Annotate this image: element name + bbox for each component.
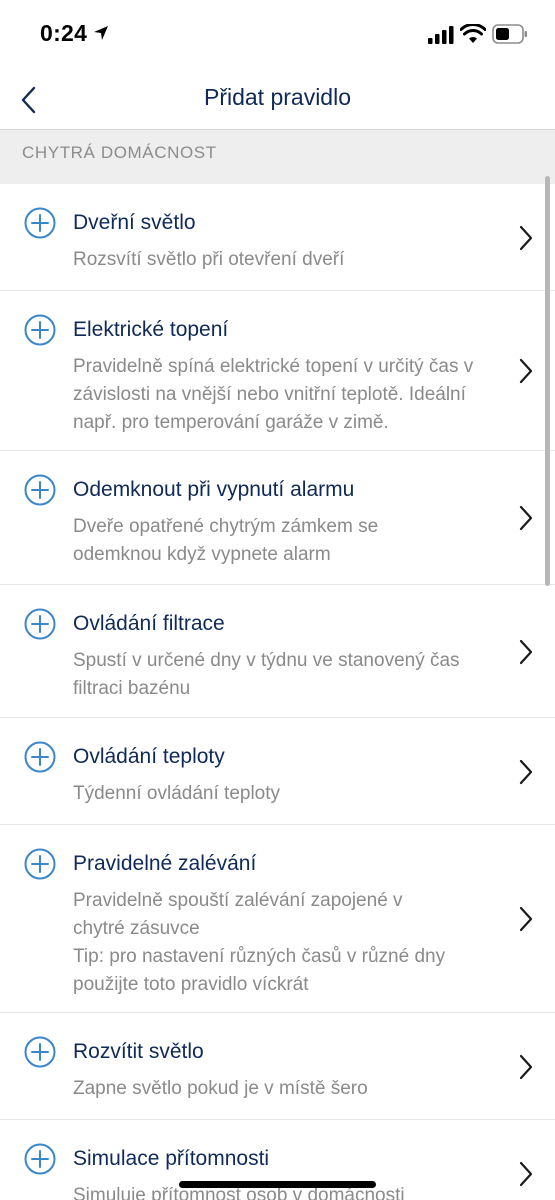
rule-item-elektricke-topeni[interactable]: Elektrické topení Pravidelně spíná elekt… [0, 291, 555, 451]
rule-item-ovladani-filtrace[interactable]: Ovládání filtrace Spustí v určené dny v … [0, 585, 555, 718]
screen: 0:24 Přidat pravidlo CHYTRÁ DOMÁCNOST Dv… [0, 0, 555, 1200]
rule-list: Dveřní světlo Rozsvítí světlo při otevře… [0, 184, 555, 1200]
chevron-right-icon [519, 1161, 533, 1187]
home-indicator[interactable] [179, 1181, 376, 1188]
status-time: 0:24 [40, 20, 88, 46]
chevron-right-icon [519, 906, 533, 932]
rule-title: Simulace přítomnosti [73, 1147, 270, 1170]
rule-item-pravidelne-zalevani[interactable]: Pravidelné zalévání Pravidelně spouští z… [0, 825, 555, 1013]
chevron-right-icon [519, 358, 533, 384]
cellular-signal-icon [428, 26, 454, 44]
rule-title: Ovládání teploty [73, 745, 225, 768]
rule-description: Dveře opatřené chytrým zámkem se odemkno… [73, 516, 379, 565]
rule-description: Týdenní ovládání teploty [73, 783, 281, 804]
plus-circle-icon [24, 741, 56, 773]
chevron-right-icon [519, 759, 533, 785]
plus-circle-icon [24, 608, 56, 640]
plus-circle-icon [24, 1036, 56, 1068]
chevron-right-icon [519, 505, 533, 531]
rule-title: Ovládání filtrace [73, 612, 225, 635]
rule-description: Zapne světlo pokud je v místě šero [73, 1078, 368, 1099]
rule-item-dverni-svetlo[interactable]: Dveřní světlo Rozsvítí světlo při otevře… [0, 184, 555, 291]
plus-circle-icon [24, 474, 56, 506]
location-arrow-icon [94, 26, 108, 40]
rule-title: Rozvítit světlo [73, 1040, 204, 1063]
section-title: CHYTRÁ DOMÁCNOST [22, 143, 217, 162]
rule-item-odemknout-pri-vypnuti-alarmu[interactable]: Odemknout při vypnutí alarmu Dveře opatř… [0, 451, 555, 585]
rule-description: Pravidelně spíná elektrické topení v urč… [73, 356, 474, 433]
chevron-right-icon [519, 225, 533, 251]
rule-title: Odemknout při vypnutí alarmu [73, 478, 355, 501]
rule-title: Dveřní světlo [73, 211, 196, 234]
rule-item-rozvitit-svetlo[interactable]: Rozvítit světlo Zapne světlo pokud je v … [0, 1013, 555, 1120]
rule-description: Spustí v určené dny v týdnu ve stanovený… [73, 650, 460, 699]
plus-circle-icon [24, 848, 56, 880]
scrollbar[interactable] [545, 176, 550, 586]
plus-circle-icon [24, 207, 56, 239]
rule-description: Rozsvítí světlo při otevření dveří [73, 249, 345, 270]
plus-circle-icon [24, 314, 56, 346]
status-bar: 0:24 [0, 0, 555, 70]
battery-icon [492, 24, 527, 44]
rule-title: Elektrické topení [73, 318, 229, 341]
wifi-icon [460, 24, 486, 43]
navigation-bar: Přidat pravidlo [0, 70, 555, 130]
page-title: Přidat pravidlo [203, 84, 352, 110]
chevron-right-icon [519, 639, 533, 665]
rule-description: Pravidelně spouští zalévání zapojené v c… [73, 890, 446, 995]
section-header: CHYTRÁ DOMÁCNOST [0, 130, 555, 184]
rule-item-simulace-pritomnosti[interactable]: Simulace přítomnosti Simuluje přítomnost… [0, 1120, 555, 1200]
plus-circle-icon [24, 1143, 56, 1175]
rule-item-ovladani-teploty[interactable]: Ovládání teploty Týdenní ovládání teplot… [0, 718, 555, 825]
chevron-right-icon [519, 1054, 533, 1080]
rule-title: Pravidelné zalévání [73, 852, 257, 875]
